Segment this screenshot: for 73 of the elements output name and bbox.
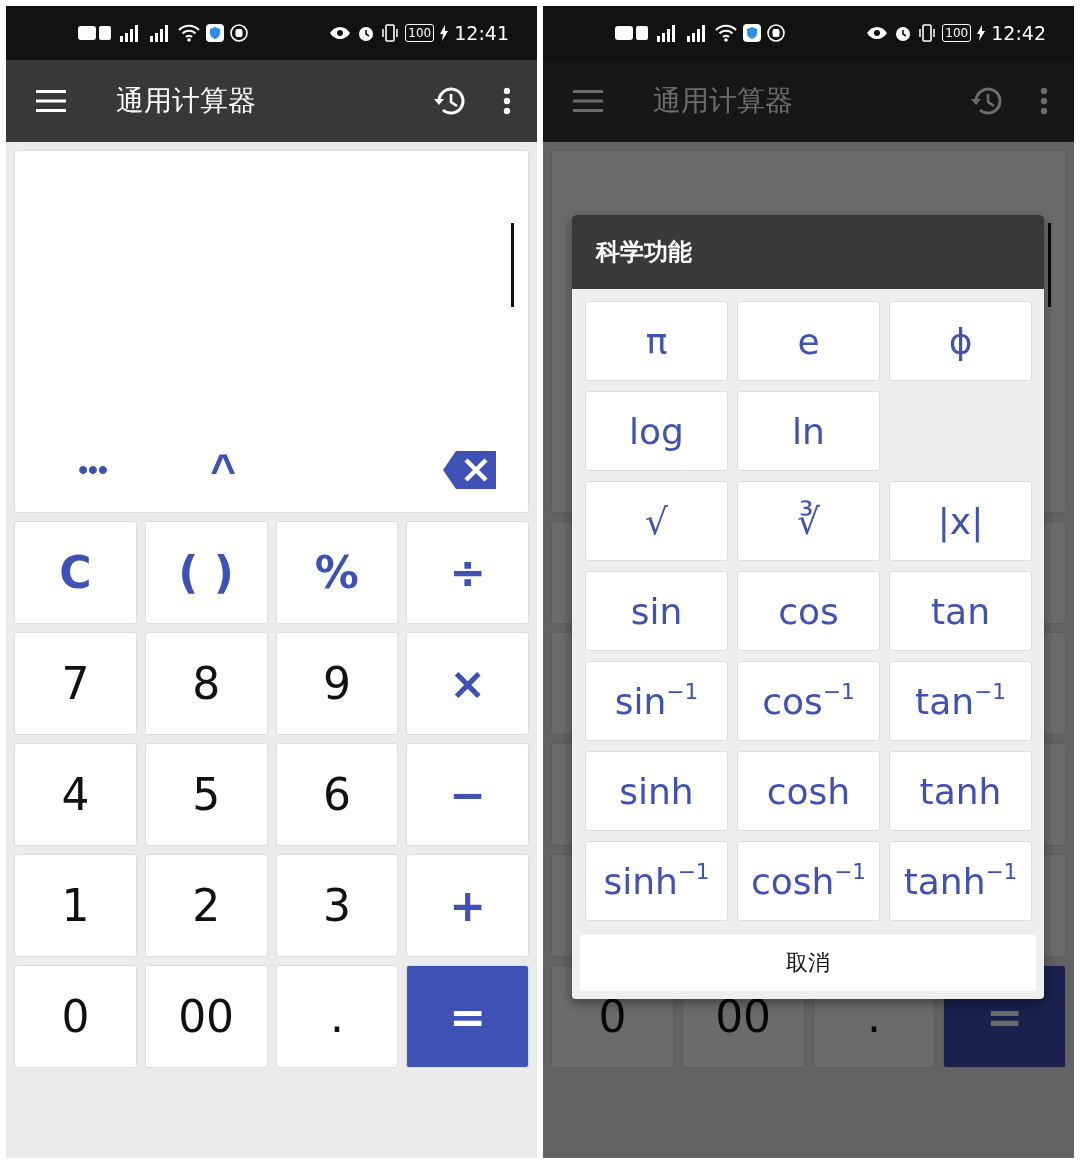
operator-key[interactable]: ( ) — [144, 521, 268, 624]
wifi-icon — [715, 24, 737, 42]
digit-key[interactable]: 00 — [144, 965, 268, 1068]
backspace-icon[interactable] — [442, 450, 498, 490]
function-key[interactable]: tan$^{−1}$ — [889, 661, 1032, 741]
more-icon — [503, 87, 511, 115]
function-key[interactable]: log — [585, 391, 728, 471]
charging-icon — [440, 25, 449, 41]
hand-icon — [767, 24, 785, 42]
function-key[interactable]: tan — [889, 571, 1032, 651]
app-title: 通用计算器 — [653, 83, 794, 119]
operator-key[interactable]: ÷ — [406, 521, 529, 624]
history-icon — [433, 86, 465, 116]
digit-key[interactable]: . — [275, 965, 399, 1068]
battery-level: 100 — [942, 24, 972, 42]
hd-icon — [615, 25, 649, 41]
app-title: 通用计算器 — [116, 83, 257, 119]
function-key[interactable]: ∛ — [737, 481, 880, 561]
digit-key[interactable]: 3 — [275, 854, 399, 957]
cancel-button[interactable]: 取消 — [580, 935, 1036, 991]
history-icon — [970, 86, 1002, 116]
function-key[interactable]: π — [585, 301, 728, 381]
digit-key[interactable]: 7 — [14, 632, 137, 735]
digit-key[interactable]: 0 — [14, 965, 137, 1068]
charging-icon — [977, 25, 986, 41]
operator-key[interactable]: C — [14, 521, 137, 624]
digit-key[interactable]: 9 — [275, 632, 399, 735]
function-key[interactable]: tanh$^{−1}$ — [889, 841, 1032, 921]
dialog-title: 科学功能 — [572, 215, 1044, 289]
digit-key[interactable]: 6 — [275, 743, 399, 846]
vibrate-icon — [918, 24, 937, 42]
clock-time: 12:42 — [991, 22, 1046, 44]
alarm-icon — [894, 24, 913, 42]
power-button[interactable]: ^ — [185, 448, 261, 492]
function-key[interactable]: sinh — [585, 751, 728, 831]
function-key[interactable]: ln — [737, 391, 880, 471]
shield-icon — [743, 24, 761, 42]
clock-time: 12:41 — [454, 22, 509, 44]
digit-key[interactable]: 2 — [144, 854, 268, 957]
more-icon — [1040, 87, 1048, 115]
function-key[interactable]: |x| — [889, 481, 1032, 561]
function-key[interactable]: sinh$^{−1}$ — [585, 841, 728, 921]
function-key[interactable]: cosh$^{−1}$ — [737, 841, 880, 921]
hand-icon — [230, 24, 248, 42]
digit-key[interactable]: 5 — [144, 743, 268, 846]
digit-key[interactable]: 4 — [14, 743, 137, 846]
eye-icon — [866, 26, 889, 40]
menu-icon — [36, 90, 66, 112]
digit-key[interactable]: 1 — [14, 854, 137, 957]
operator-key[interactable]: + — [406, 854, 529, 957]
operator-key[interactable]: × — [406, 632, 529, 735]
menu-icon — [573, 90, 603, 112]
function-key[interactable]: cos$^{−1}$ — [737, 661, 880, 741]
function-key[interactable]: √ — [585, 481, 728, 561]
more-functions-button[interactable]: ••• — [55, 456, 131, 484]
digit-key[interactable]: 8 — [144, 632, 268, 735]
equals-key[interactable]: = — [406, 965, 529, 1068]
function-key[interactable]: sin — [585, 571, 728, 651]
function-key[interactable]: sin$^{−1}$ — [585, 661, 728, 741]
operator-key[interactable]: % — [275, 521, 399, 624]
shield-icon — [206, 24, 224, 42]
wifi-icon — [178, 24, 200, 42]
function-key[interactable]: cosh — [737, 751, 880, 831]
function-key[interactable]: cos — [737, 571, 880, 651]
battery-level: 100 — [405, 24, 435, 42]
alarm-icon — [357, 24, 376, 42]
vibrate-icon — [381, 24, 400, 42]
operator-key[interactable]: − — [406, 743, 529, 846]
hd-icon — [78, 25, 112, 41]
function-key[interactable]: tanh — [889, 751, 1032, 831]
function-key[interactable]: e — [737, 301, 880, 381]
function-key[interactable]: ϕ — [889, 301, 1032, 381]
eye-icon — [329, 26, 352, 40]
